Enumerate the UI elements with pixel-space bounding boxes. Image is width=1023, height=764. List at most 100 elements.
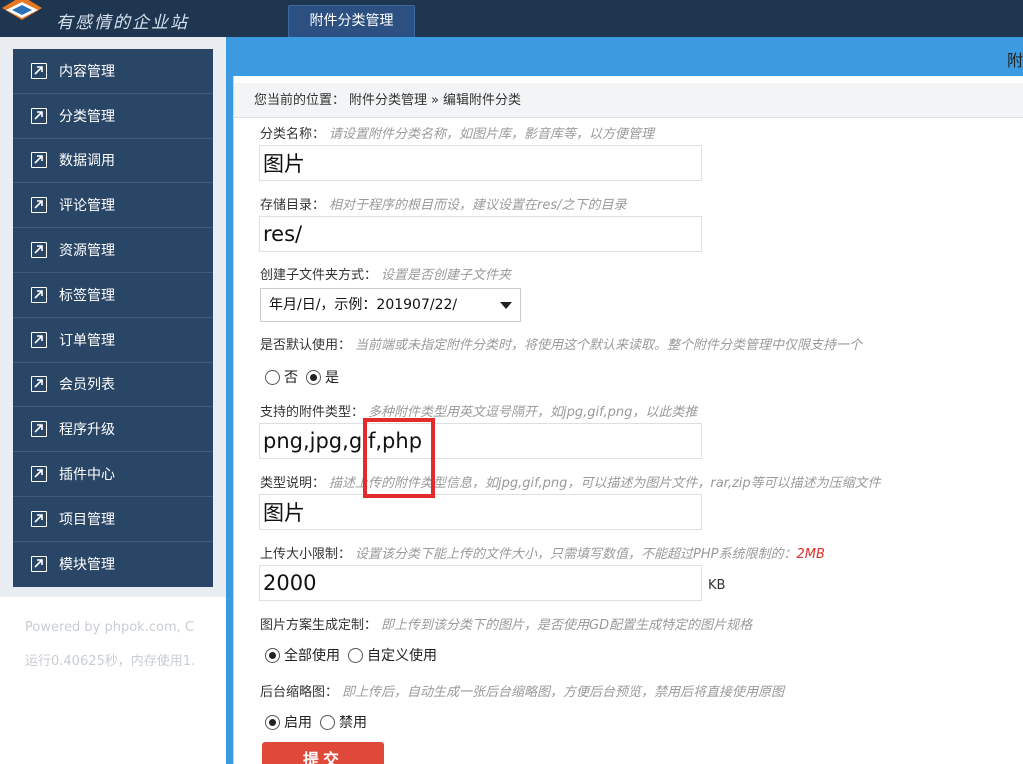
radio-checked-icon[interactable] [265, 714, 280, 730]
radio-label: 自定义使用 [367, 648, 437, 664]
breadcrumb: 您当前的位置： 附件分类管理 » 编辑附件分类 [234, 83, 1023, 118]
external-link-icon [31, 331, 47, 348]
sidebar-item-plugins[interactable]: 插件中心 [13, 452, 213, 497]
radio-label: 启用 [284, 715, 312, 731]
sidebar-item-category[interactable]: 分类管理 [13, 94, 213, 139]
upload-size-input[interactable] [259, 565, 702, 601]
radio-label: 是 [325, 370, 339, 386]
dropdown-arrow-icon [500, 302, 512, 309]
default-radio-group: 否 是 [265, 367, 347, 387]
external-link-icon [31, 242, 47, 259]
breadcrumb-prefix: 您当前的位置： [254, 93, 346, 108]
default-hint: 当前端或未指定附件分类时，将使用这个默认来读取。整个附件分类管理中仅限支持一个 [355, 338, 863, 353]
subfolder-label: 创建子文件夹方式： [260, 268, 378, 283]
runtime-text: 运行0.40625秒，内存使用1. [25, 654, 196, 669]
types-field-label-row: 支持的附件类型： 多种附件类型用英文逗号隔开，如jpg,gif,png，以此类推 [260, 401, 697, 420]
submit-button[interactable]: 提交 [262, 742, 384, 764]
types-hint: 多种附件类型用英文逗号隔开，如jpg,gif,png，以此类推 [368, 405, 698, 420]
sidebar-item-projects[interactable]: 项目管理 [13, 497, 213, 542]
sidebar-item-resources[interactable]: 资源管理 [13, 228, 213, 273]
external-link-icon [31, 152, 47, 169]
radio-checked-icon[interactable] [265, 647, 280, 663]
sidebar-item-members[interactable]: 会员列表 [13, 363, 213, 408]
sidebar-item-label: 标签管理 [59, 287, 115, 304]
size-unit-label: KB [708, 578, 726, 593]
breadcrumb-separator: » [431, 93, 439, 108]
sidebar-item-upgrade[interactable]: 程序升级 [13, 407, 213, 453]
sidebar-item-label: 模块管理 [59, 557, 115, 574]
external-link-icon [31, 107, 47, 124]
external-link-icon [31, 286, 47, 303]
sidebar-item-content[interactable]: 内容管理 [13, 49, 213, 94]
storage-folder-input[interactable] [259, 216, 702, 252]
tab-attachment-category[interactable]: 附件分类管理 [288, 5, 415, 37]
typeinfo-label: 类型说明： [260, 476, 326, 491]
gd-label: 图片方案生成定制： [260, 618, 378, 633]
sidebar-item-label: 数据调用 [59, 153, 115, 170]
sidebar-item-label: 项目管理 [59, 511, 115, 528]
category-name-input[interactable] [259, 145, 702, 181]
panel-title: 附 [1006, 51, 1023, 70]
external-link-icon [31, 376, 47, 393]
breadcrumb-level1[interactable]: 附件分类管理 [349, 93, 427, 108]
thumb-option-enable[interactable]: 启用 [265, 712, 312, 732]
default-label: 是否默认使用： [260, 338, 352, 353]
sidebar-item-label: 订单管理 [59, 332, 115, 349]
sidebar-item-label: 插件中心 [59, 467, 115, 484]
external-link-icon [31, 62, 47, 79]
breadcrumb-level2: 编辑附件分类 [443, 93, 522, 108]
sidebar-item-label: 程序升级 [59, 422, 115, 439]
folder-field-label-row: 存储目录： 相对于程序的根目而设，建议设置在res/之下的目录 [260, 194, 627, 213]
maxsize-label: 上传大小限制： [260, 547, 352, 562]
name-field-label-row: 分类名称： 请设置附件分类名称，如图片库，影音库等，以方便管理 [260, 123, 654, 142]
maxsize-hint: 设置该分类下能上传的文件大小，只需填写数值，不能超过PHP系统限制的： [355, 547, 797, 562]
maxsize-field-label-row: 上传大小限制： 设置该分类下能上传的文件大小，只需填写数值，不能超过PHP系统限制… [260, 543, 825, 562]
sidebar-item-tags[interactable]: 标签管理 [13, 273, 213, 318]
powered-by-text: Powered by phpok.com, C [25, 620, 194, 635]
typeinfo-hint: 描述上传的附件类型信息，如jpg,gif,png，可以描述为图片文件，rar,z… [329, 476, 881, 491]
file-types-input[interactable] [259, 423, 702, 459]
radio-icon[interactable] [265, 369, 280, 385]
sidebar-item-comments[interactable]: 评论管理 [13, 183, 213, 229]
gd-radio-group: 全部使用 自定义使用 [265, 645, 445, 665]
top-bar: 有感情的企业站 附件分类管理 [0, 0, 1023, 37]
default-option-yes[interactable]: 是 [306, 367, 339, 387]
external-link-icon [31, 466, 47, 483]
sidebar-menu: 内容管理 分类管理 数据调用 评论管理 资源管理 标签管理 订单管理 会员列表 … [13, 49, 213, 587]
sidebar-item-orders[interactable]: 订单管理 [13, 318, 213, 363]
sidebar-item-label: 分类管理 [59, 108, 115, 125]
logo[interactable]: 有感情的企业站 [0, 0, 240, 37]
subfolder-hint: 设置是否创建子文件夹 [381, 268, 512, 283]
thumb-label: 后台缩略图： [260, 685, 339, 700]
logo-icon [2, 0, 42, 20]
gd-option-custom[interactable]: 自定义使用 [348, 645, 437, 665]
logo-tagline: 有感情的企业站 [56, 13, 189, 33]
radio-checked-icon[interactable] [306, 369, 321, 385]
name-hint: 请设置附件分类名称，如图片库，影音库等，以方便管理 [329, 127, 655, 142]
external-link-icon [31, 510, 47, 527]
radio-label: 否 [284, 370, 298, 386]
folder-label: 存储目录： [260, 198, 326, 213]
sidebar-item-label: 评论管理 [59, 198, 115, 215]
subfolder-field-label-row: 创建子文件夹方式： 设置是否创建子文件夹 [260, 264, 511, 283]
sidebar-item-label: 内容管理 [59, 63, 115, 80]
typeinfo-field-label-row: 类型说明： 描述上传的附件类型信息，如jpg,gif,png，可以描述为图片文件，… [260, 472, 881, 491]
gd-field-label-row: 图片方案生成定制： 即上传到该分类下的图片，是否使用GD配置生成特定的图片规格 [260, 614, 752, 633]
maxsize-limit: 2MB [796, 547, 825, 562]
sidebar-item-data-call[interactable]: 数据调用 [13, 139, 213, 184]
gd-option-all[interactable]: 全部使用 [265, 645, 340, 665]
types-label: 支持的附件类型： [260, 405, 365, 420]
sidebar-item-modules[interactable]: 模块管理 [13, 542, 213, 587]
type-description-input[interactable] [259, 494, 702, 530]
radio-icon[interactable] [348, 647, 363, 663]
radio-icon[interactable] [320, 714, 335, 730]
thumb-field-label-row: 后台缩略图： 即上传后，自动生成一张后台缩略图，方便后台预览，禁用后将直接使用原图 [260, 681, 784, 700]
default-option-no[interactable]: 否 [265, 367, 298, 387]
thumb-radio-group: 启用 禁用 [265, 712, 375, 732]
sidebar-item-label: 会员列表 [59, 377, 115, 394]
radio-label: 禁用 [339, 715, 367, 731]
gd-hint: 即上传到该分类下的图片，是否使用GD配置生成特定的图片规格 [381, 618, 753, 633]
subfolder-select[interactable]: 年月/日/，示例：201907/22/ [260, 288, 521, 322]
thumb-option-disable[interactable]: 禁用 [320, 712, 367, 732]
external-link-icon [31, 421, 47, 438]
